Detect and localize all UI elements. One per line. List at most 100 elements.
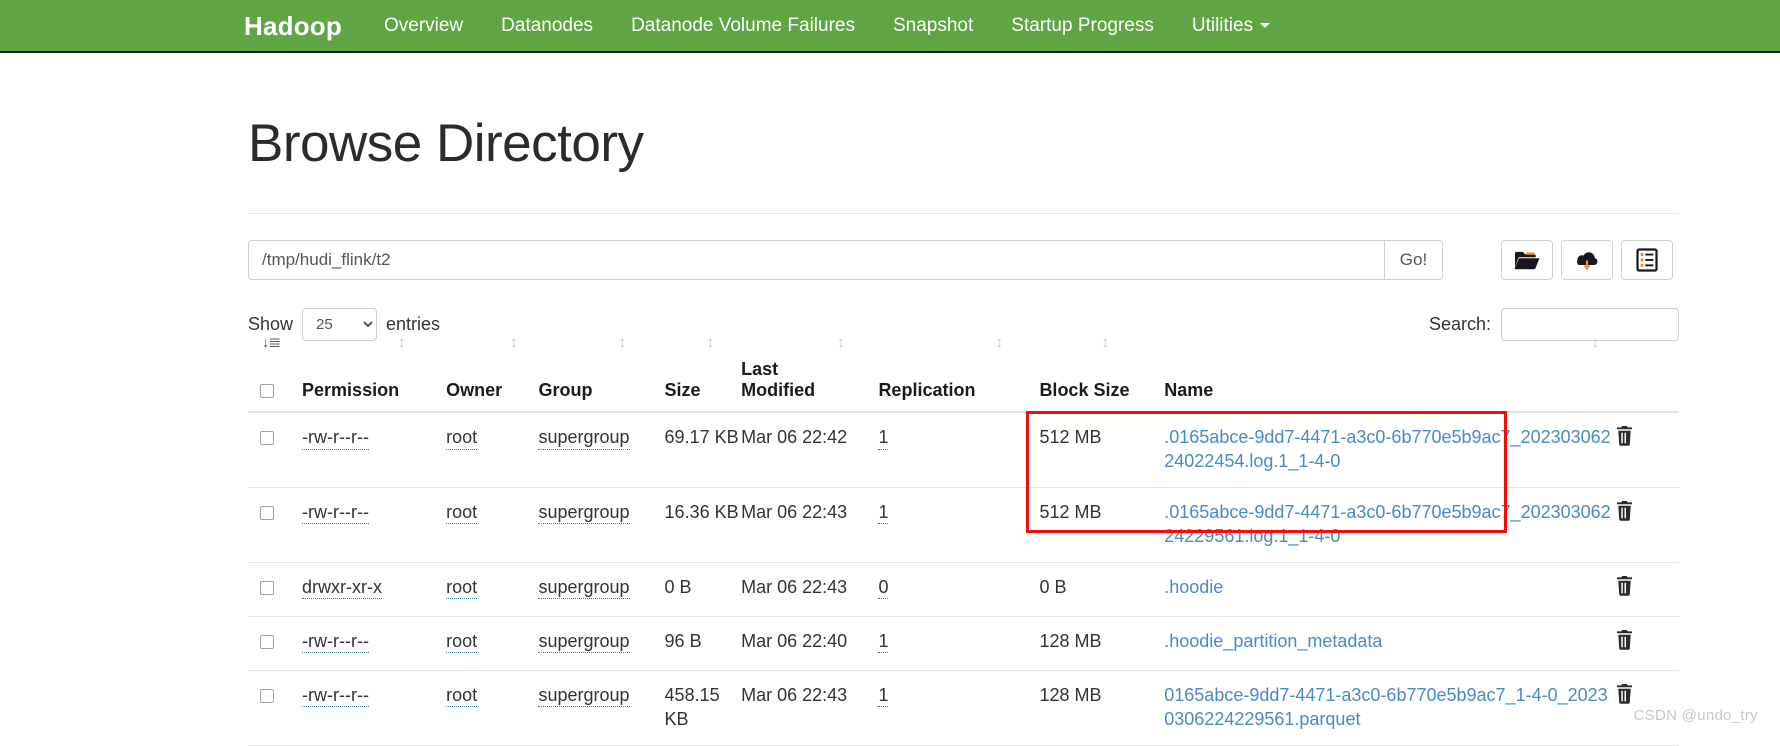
sort-desc-icon[interactable]: ↓≣ (262, 335, 281, 350)
group-value[interactable]: supergroup (538, 577, 630, 600)
cell-permission: -rw-r--r-- (302, 487, 447, 563)
owner-value[interactable]: root (446, 427, 478, 450)
trash-icon[interactable] (1616, 426, 1633, 449)
cell-replication: 1 (878, 670, 1040, 746)
th-delete (1615, 359, 1679, 413)
group-value[interactable]: supergroup (538, 502, 630, 525)
title-divider (248, 213, 1679, 214)
nav-link-utilities-label: Utilities (1191, 15, 1254, 36)
th-select-all[interactable]: ↓≣ (248, 335, 303, 413)
files-table-body: -rw-r--r-- root supergroup 69.17 KB Mar … (248, 412, 1679, 746)
th-last-modified-label: Last Modified (741, 359, 816, 400)
th-group[interactable]: ↕ Group (538, 335, 665, 413)
cell-permission: drwxr-xr-x (302, 562, 447, 617)
owner-value[interactable]: root (446, 577, 478, 600)
th-size[interactable]: ↕ Size (664, 335, 742, 413)
permission-value[interactable]: -rw-r--r-- (302, 502, 369, 525)
files-table-head: ↓≣ ↕ Permission ↕ Owner ↕ Group ↕ Size ↕… (248, 335, 1679, 413)
cell-size: 16.36 KB (664, 487, 742, 563)
cell-block-size: 128 MB (1039, 670, 1155, 746)
sort-both-icon[interactable]: ↕ (618, 335, 625, 350)
cell-block-size: 0 B (1039, 562, 1155, 617)
permission-value[interactable]: -rw-r--r-- (302, 427, 369, 450)
group-value[interactable]: supergroup (538, 685, 630, 708)
entries-per-page-select[interactable]: 25 50 100 (302, 308, 378, 341)
sort-both-icon[interactable]: ↕ (510, 335, 517, 350)
cell-delete (1615, 616, 1679, 671)
sort-both-icon[interactable]: ↕ (1591, 335, 1598, 350)
replication-value[interactable]: 1 (878, 685, 889, 708)
file-name-link[interactable]: 0165abce-9dd7-4471-a3c0-6b770e5b9ac7_1-4… (1164, 685, 1607, 729)
group-value[interactable]: supergroup (538, 631, 630, 654)
nav-link-overview[interactable]: Overview (384, 16, 463, 35)
trash-icon[interactable] (1616, 683, 1633, 707)
file-name-link[interactable]: .hoodie (1164, 577, 1223, 597)
cell-delete (1615, 412, 1679, 488)
search-label: Search: (1428, 314, 1491, 334)
permission-value[interactable]: drwxr-xr-x (302, 577, 383, 600)
cell-replication: 1 (878, 487, 1040, 563)
sort-both-icon[interactable]: ↕ (1101, 335, 1108, 350)
select-all-checkbox[interactable] (260, 384, 274, 398)
chevron-down-icon (1260, 23, 1271, 29)
row-checkbox[interactable] (260, 581, 274, 595)
sort-both-icon[interactable]: ↕ (398, 335, 405, 350)
nav-link-utilities[interactable]: Utilities (1191, 15, 1271, 36)
sort-both-icon[interactable]: ↕ (707, 335, 714, 350)
cell-replication: 0 (878, 562, 1040, 617)
th-name[interactable]: ↕ Name (1154, 335, 1616, 413)
owner-value[interactable]: root (446, 502, 478, 525)
files-table: ↓≣ ↕ Permission ↕ Owner ↕ Group ↕ Size ↕… (248, 335, 1679, 746)
row-select-cell (248, 487, 303, 563)
row-checkbox[interactable] (260, 688, 274, 703)
sort-both-icon[interactable]: ↕ (995, 335, 1002, 350)
trash-icon[interactable] (1616, 629, 1633, 653)
permission-value[interactable]: -rw-r--r-- (302, 685, 369, 708)
replication-value[interactable]: 1 (878, 427, 889, 450)
nav-link-snapshot[interactable]: Snapshot (893, 16, 973, 35)
replication-value[interactable]: 0 (878, 577, 889, 600)
th-replication[interactable]: ↕ Replication (878, 335, 1040, 413)
search-input[interactable] (1501, 308, 1679, 341)
file-name-link[interactable]: .0165abce-9dd7-4471-a3c0-6b770e5b9ac7_20… (1164, 502, 1610, 546)
replication-value[interactable]: 1 (878, 502, 889, 525)
nav-link-datanodes[interactable]: Datanodes (501, 16, 593, 35)
owner-value[interactable]: root (446, 631, 478, 654)
th-last-modified[interactable]: ↕ Last Modified (741, 335, 879, 413)
page-title: Browse Directory (248, 114, 644, 173)
upload-files-button[interactable] (1561, 240, 1613, 280)
trash-icon[interactable] (1616, 500, 1633, 524)
row-checkbox[interactable] (260, 506, 274, 521)
trash-icon[interactable] (1616, 575, 1633, 599)
cell-owner: root (446, 487, 539, 563)
search-control: Search: (1429, 308, 1679, 341)
directory-path-input[interactable] (248, 240, 1384, 280)
th-replication-label: Replication (878, 380, 976, 400)
replication-value[interactable]: 1 (878, 631, 889, 654)
clipboard-list-icon (1635, 248, 1659, 272)
th-block-size[interactable]: ↕ Block Size (1039, 335, 1155, 413)
cell-block-size: 128 MB (1039, 616, 1155, 671)
table-row: drwxr-xr-x root supergroup 0 B Mar 06 22… (248, 562, 1679, 617)
file-name-link[interactable]: .hoodie_partition_metadata (1164, 631, 1382, 651)
nav-link-datanode-volume-failures[interactable]: Datanode Volume Failures (631, 16, 855, 35)
cut-paste-button[interactable] (1621, 240, 1673, 280)
row-checkbox[interactable] (260, 431, 274, 446)
go-button[interactable]: Go! (1384, 240, 1443, 280)
th-permission[interactable]: ↕ Permission (302, 335, 447, 413)
table-row: -rw-r--r-- root supergroup 96 B Mar 06 2… (248, 616, 1679, 671)
th-owner[interactable]: ↕ Owner (446, 335, 539, 413)
create-directory-button[interactable] (1501, 240, 1553, 280)
sort-both-icon[interactable]: ↕ (837, 335, 844, 350)
table-row: -rw-r--r-- root supergroup 69.17 KB Mar … (248, 412, 1679, 488)
cell-owner: root (446, 670, 539, 746)
group-value[interactable]: supergroup (538, 427, 630, 450)
file-name-link[interactable]: .0165abce-9dd7-4471-a3c0-6b770e5b9ac7_20… (1164, 427, 1610, 471)
owner-value[interactable]: root (446, 685, 478, 708)
cell-delete (1615, 487, 1679, 563)
permission-value[interactable]: -rw-r--r-- (302, 631, 369, 654)
brand-hadoop[interactable]: Hadoop (244, 13, 342, 39)
nav-link-startup-progress[interactable]: Startup Progress (1011, 16, 1154, 35)
row-checkbox[interactable] (260, 634, 274, 649)
row-select-cell (248, 616, 303, 671)
